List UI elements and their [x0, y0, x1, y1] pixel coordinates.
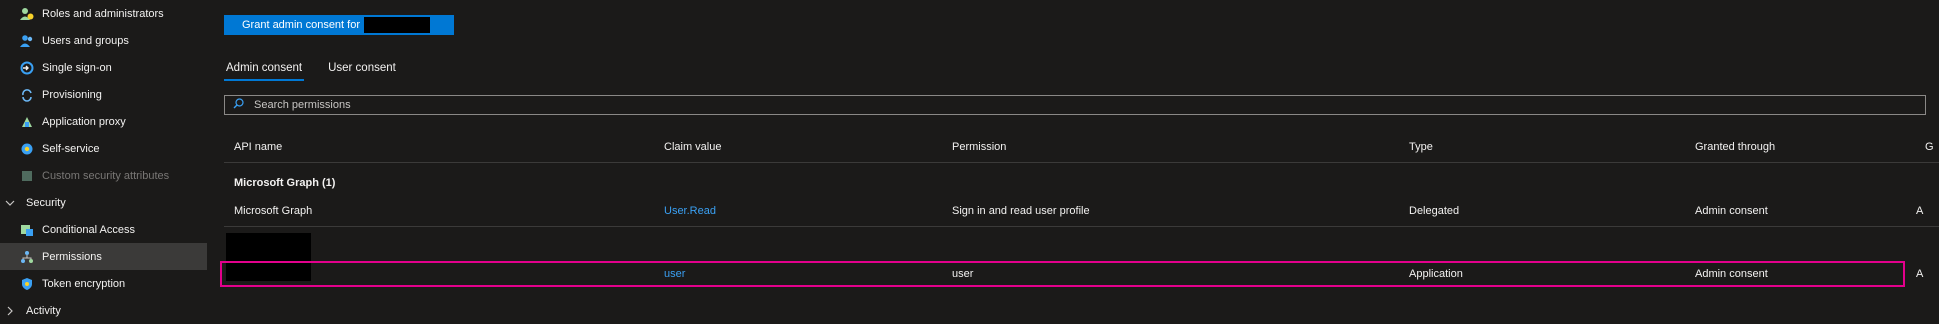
column-header-api-name[interactable]: API name: [234, 141, 282, 153]
chevron-right-icon: [4, 305, 16, 317]
sidebar-section-label: Security: [26, 196, 66, 209]
table-header: API name Claim value Permission Type Gra…: [224, 134, 1939, 163]
sidebar-item-label: Custom security attributes: [42, 169, 170, 182]
cell-granted-through: Admin consent: [1695, 205, 1768, 217]
cell-type: Application: [1409, 268, 1463, 280]
self-service-icon: [20, 142, 34, 156]
column-header-type[interactable]: Type: [1409, 141, 1433, 153]
sidebar-item-label: Roles and administrators: [42, 7, 164, 20]
permissions-icon: [20, 250, 34, 264]
sidebar-item-label: Application proxy: [42, 115, 126, 128]
cell-claim-value-link[interactable]: user: [664, 268, 685, 280]
shield-icon: [20, 277, 34, 291]
chevron-down-icon: [4, 197, 16, 209]
search-icon: [233, 98, 244, 112]
redacted-tenant-name: [364, 17, 431, 33]
sidebar-item-self-service[interactable]: Self-service: [0, 135, 207, 162]
grant-admin-consent-button[interactable]: Grant admin consent for: [224, 15, 454, 35]
provisioning-icon: [20, 88, 34, 102]
search-box: [224, 95, 1926, 115]
cell-truncated: A: [1916, 205, 1924, 217]
sidebar-item-conditional-access[interactable]: Conditional Access: [0, 216, 207, 243]
sidebar-item-label: Conditional Access: [42, 223, 135, 236]
column-header-truncated[interactable]: G: [1925, 141, 1934, 153]
sidebar-section-label: Activity: [26, 304, 61, 317]
group-label-microsoft-graph: Microsoft Graph (1): [234, 177, 336, 189]
cell-truncated: A: [1916, 268, 1924, 280]
grant-admin-consent-label: Grant admin consent for: [242, 19, 361, 31]
sidebar-item-label: Single sign-on: [42, 61, 112, 74]
sso-icon: [20, 61, 34, 75]
custom-attributes-icon: [20, 169, 34, 183]
tab-user-consent[interactable]: User consent: [326, 60, 398, 81]
sidebar-item-label: Provisioning: [42, 88, 102, 101]
cell-permission: user: [952, 268, 974, 280]
sidebar-section-activity[interactable]: Activity: [0, 297, 207, 324]
sidebar-item-roles-and-administrators[interactable]: Roles and administrators: [0, 0, 207, 27]
sidebar-item-users-and-groups[interactable]: Users and groups: [0, 27, 207, 54]
column-header-claim-value[interactable]: Claim value: [664, 141, 721, 153]
sidebar: Roles and administrators Users and group…: [0, 0, 207, 322]
table-row: user user Application Admin consent A: [224, 261, 1939, 289]
search-input[interactable]: [252, 98, 1856, 112]
sidebar-item-label: Users and groups: [42, 34, 129, 47]
tab-admin-consent[interactable]: Admin consent: [224, 60, 305, 81]
cell-api-name: Microsoft Graph: [234, 205, 313, 217]
sidebar-item-permissions[interactable]: Permissions: [0, 243, 207, 270]
sidebar-item-custom-security-attributes[interactable]: Custom security attributes: [0, 162, 207, 189]
cell-permission: Sign in and read user profile: [952, 205, 1090, 217]
app-proxy-icon: [20, 115, 34, 129]
conditional-access-icon: [20, 223, 34, 237]
sidebar-item-single-sign-on[interactable]: Single sign-on: [0, 54, 207, 81]
cell-claim-value-link[interactable]: User.Read: [664, 205, 716, 217]
sidebar-item-label: Permissions: [42, 250, 102, 263]
sidebar-item-token-encryption[interactable]: Token encryption: [0, 270, 207, 297]
users-icon: [20, 34, 34, 48]
cell-type: Delegated: [1409, 205, 1460, 217]
sidebar-item-label: Token encryption: [42, 277, 126, 290]
sidebar-section-security[interactable]: Security: [0, 189, 207, 216]
sidebar-item-provisioning[interactable]: Provisioning: [0, 81, 207, 108]
consent-tabs: Admin consent User consent: [224, 60, 420, 81]
column-header-permission[interactable]: Permission: [952, 141, 1006, 153]
cell-granted-through: Admin consent: [1695, 268, 1768, 280]
roles-icon: [20, 7, 34, 21]
column-header-granted-through[interactable]: Granted through: [1695, 141, 1775, 153]
sidebar-item-application-proxy[interactable]: Application proxy: [0, 108, 207, 135]
sidebar-item-label: Self-service: [42, 142, 100, 155]
table-row: Microsoft Graph User.Read Sign in and re…: [224, 198, 1939, 227]
